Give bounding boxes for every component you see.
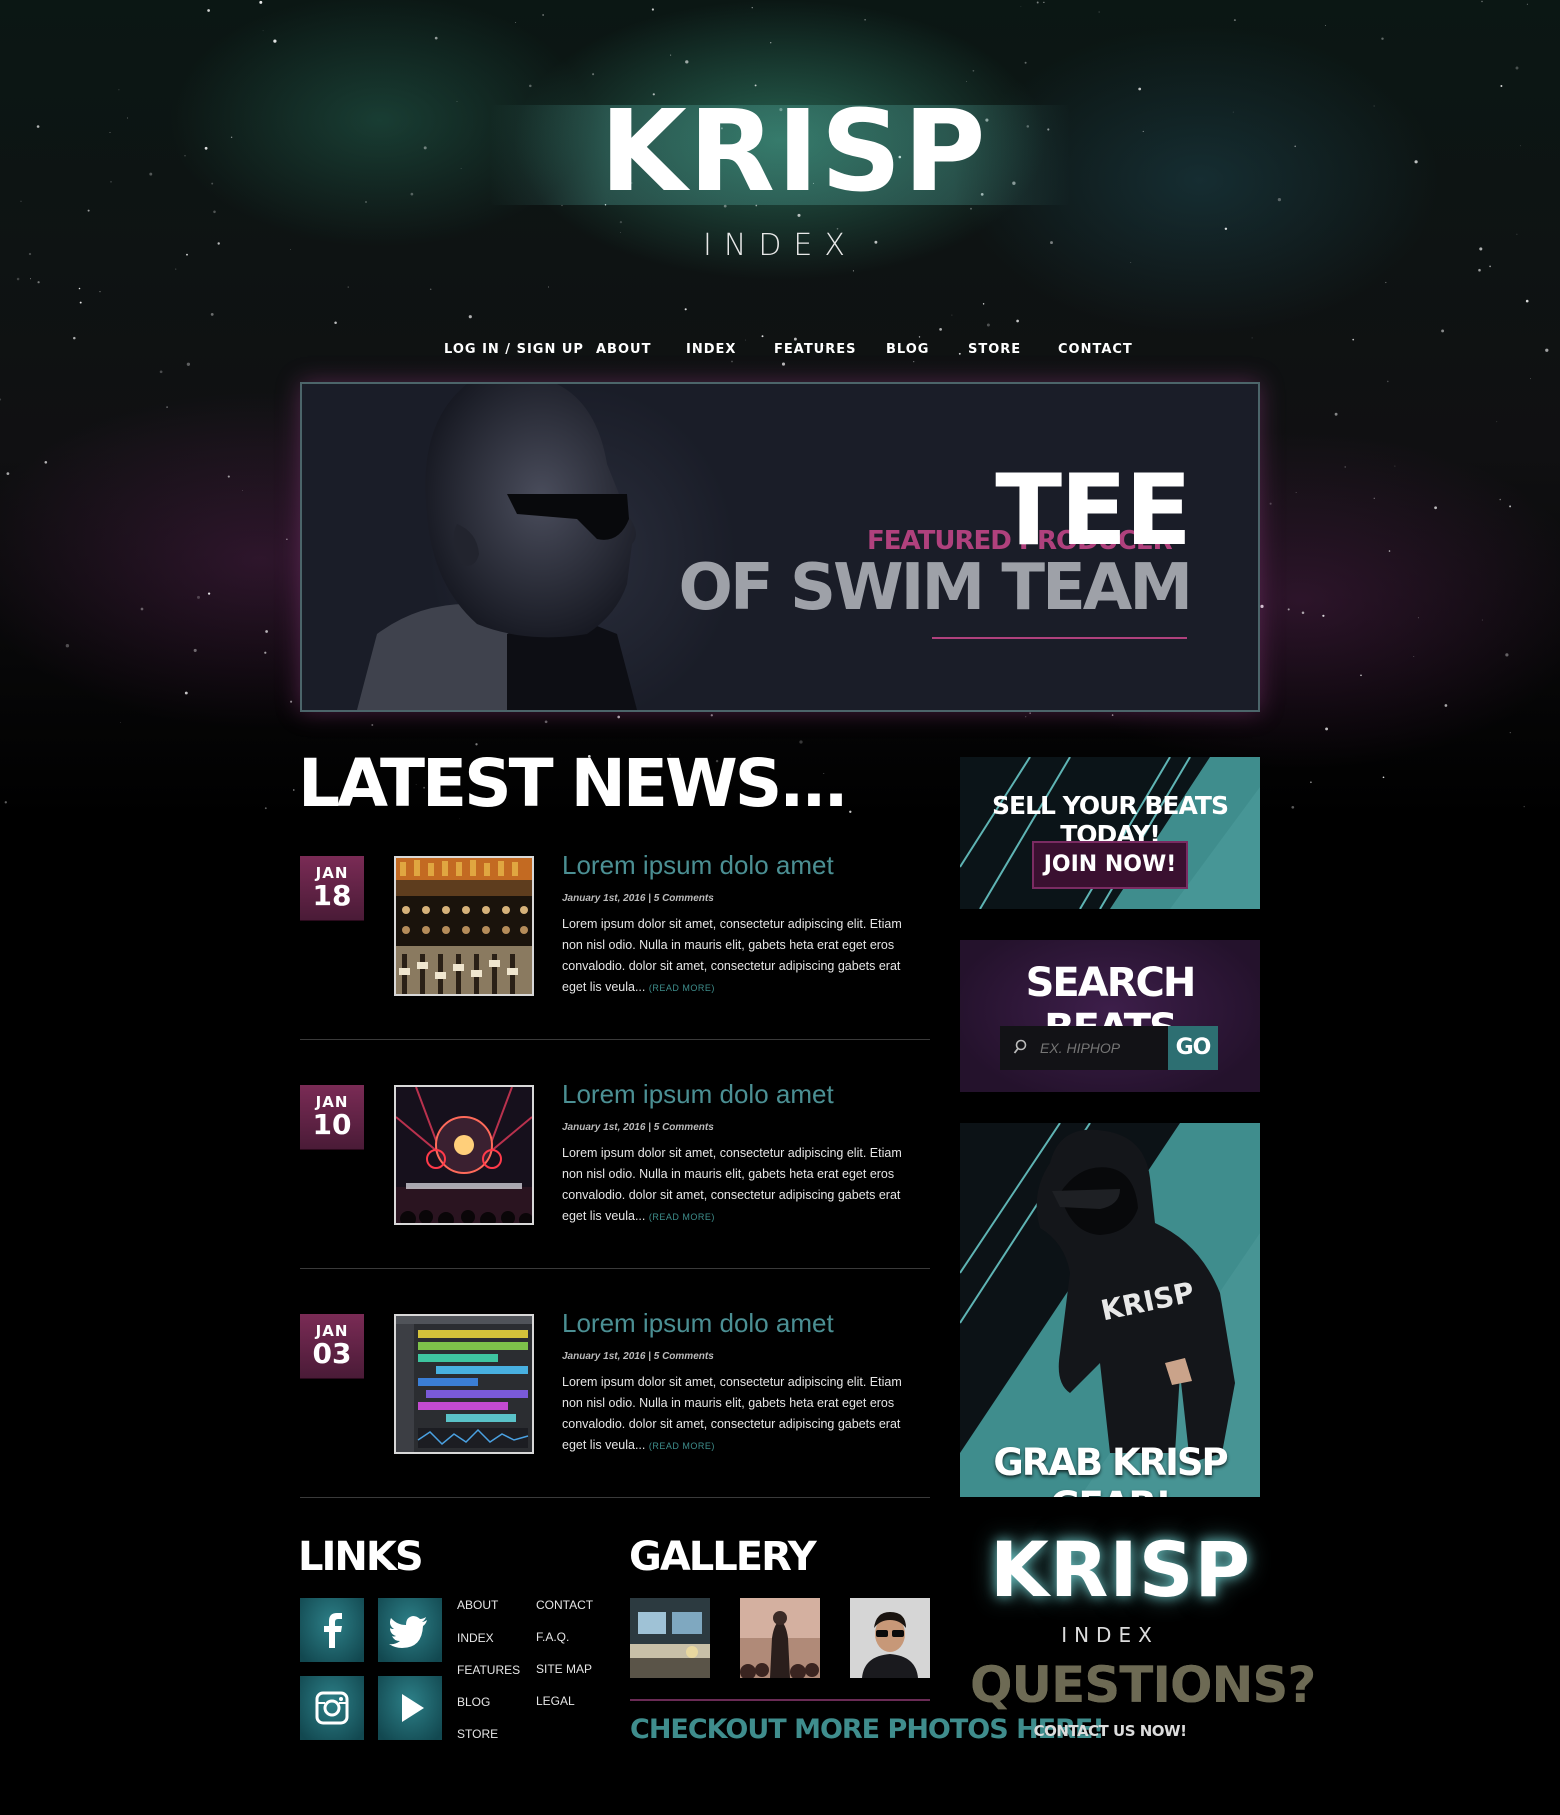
date-badge: JAN 18 — [300, 856, 364, 920]
footer-link-legal[interactable]: LEGAL — [536, 1694, 575, 1708]
gallery-thumb-concert[interactable] — [740, 1598, 820, 1678]
gallery-thumb-portrait[interactable] — [850, 1598, 930, 1678]
post-excerpt: Lorem ipsum dolor sit amet, consectetur … — [562, 1372, 902, 1457]
producer-portrait — [357, 384, 637, 710]
footer-link-blog[interactable]: BLOG — [457, 1695, 490, 1709]
post-excerpt-text: Lorem ipsum dolor sit amet, consectetur … — [562, 1375, 902, 1452]
post-meta: January 1st, 2016 | 5 Comments — [562, 1122, 714, 1133]
news-post: JAN 03 Lorem ipsum dolo amet January 1st… — [300, 1308, 930, 1494]
news-post: JAN 10 Lorem ipsum dolo amet January 1st… — [300, 1079, 930, 1265]
contact-us-link[interactable]: CONTACT US NOW! — [970, 1722, 1250, 1740]
post-divider — [300, 1039, 930, 1040]
gallery-thumb-studio[interactable] — [630, 1598, 710, 1678]
post-title[interactable]: Lorem ipsum dolo amet — [562, 1079, 834, 1110]
date-badge: JAN 10 — [300, 1085, 364, 1149]
site-logo-subtitle: INDEX — [703, 228, 857, 263]
footer-link-about[interactable]: ABOUT — [457, 1598, 498, 1612]
latest-news-heading: LATEST NEWS... — [298, 745, 849, 822]
date-day: 18 — [312, 879, 352, 912]
footer-link-store[interactable]: STORE — [457, 1727, 498, 1741]
footer-logo-subtitle: INDEX — [1061, 1623, 1159, 1647]
daw-screenshot-image[interactable] — [394, 1314, 534, 1454]
instagram-button[interactable] — [300, 1676, 364, 1740]
date-day: 10 — [312, 1108, 352, 1141]
youtube-button[interactable] — [378, 1676, 442, 1740]
post-meta: January 1st, 2016 | 5 Comments — [562, 893, 714, 904]
facebook-button[interactable] — [300, 1598, 364, 1662]
post-excerpt: Lorem ipsum dolor sit amet, consectetur … — [562, 1143, 902, 1228]
nav-features[interactable]: FEATURES — [774, 342, 857, 357]
mixing-console-image[interactable] — [394, 856, 534, 996]
post-excerpt-text: Lorem ipsum dolor sit amet, consectetur … — [562, 917, 902, 994]
read-more-link[interactable]: (READ MORE) — [649, 983, 715, 993]
post-excerpt-text: Lorem ipsum dolor sit amet, consectetur … — [562, 1146, 902, 1223]
search-beats-panel: SEARCH BEATS GO — [960, 940, 1260, 1092]
read-more-link[interactable]: (READ MORE) — [649, 1212, 715, 1222]
grab-gear-title: GRAB KRISP GEAR! — [993, 1441, 1228, 1497]
nav-blog[interactable]: BLOG — [886, 342, 929, 357]
main-nav: LOG IN / SIGN UP ABOUT INDEX FEATURES BL… — [0, 342, 1560, 362]
footer-logo[interactable]: KRISP — [990, 1530, 1250, 1610]
post-divider — [300, 1497, 930, 1498]
news-post: JAN 18 Lorem ipsum dolo amet January 1st… — [300, 850, 930, 1036]
links-heading: LINKS — [298, 1534, 424, 1580]
nav-contact[interactable]: CONTACT — [1058, 342, 1133, 357]
youtube-play-icon — [402, 1694, 424, 1722]
hero-underline — [932, 637, 1187, 639]
twitter-icon — [389, 1616, 427, 1648]
questions-heading: QUESTIONS? — [970, 1656, 1316, 1714]
facebook-icon — [324, 1613, 342, 1648]
nav-about[interactable]: ABOUT — [596, 342, 651, 357]
producer-subtitle: OF SWIM TEAM — [678, 551, 1193, 625]
featured-producer-banner[interactable]: FEATURED PRODUCER TEE OF SWIM TEAM — [300, 382, 1260, 712]
post-excerpt: Lorem ipsum dolor sit amet, consectetur … — [562, 914, 902, 999]
read-more-link[interactable]: (READ MORE) — [649, 1441, 715, 1451]
krisp-gear-ad[interactable]: KRISP GRAB KRISP GEAR! — [960, 1123, 1260, 1497]
post-divider — [300, 1268, 930, 1269]
producer-name: TEE — [995, 454, 1192, 568]
join-now-button[interactable]: JOIN NOW! — [1032, 841, 1188, 889]
twitter-button[interactable] — [378, 1598, 442, 1662]
date-badge: JAN 03 — [300, 1314, 364, 1378]
sell-beats-ad[interactable]: SELL YOUR BEATS TODAY! JOIN NOW! — [960, 757, 1260, 909]
nav-store[interactable]: STORE — [968, 342, 1021, 357]
footer-link-faq[interactable]: F.A.Q. — [536, 1630, 569, 1644]
site-logo[interactable]: KRISP — [600, 96, 985, 208]
post-title[interactable]: Lorem ipsum dolo amet — [562, 850, 834, 881]
instagram-icon — [315, 1691, 349, 1725]
concert-stage-image[interactable] — [394, 1085, 534, 1225]
date-day: 03 — [312, 1337, 352, 1370]
post-title[interactable]: Lorem ipsum dolo amet — [562, 1308, 834, 1339]
post-meta: January 1st, 2016 | 5 Comments — [562, 1351, 714, 1362]
gallery-heading: GALLERY — [629, 1534, 817, 1580]
search-go-button[interactable]: GO — [1168, 1026, 1218, 1070]
footer-link-features[interactable]: FEATURES — [457, 1663, 520, 1677]
nav-login-signup[interactable]: LOG IN / SIGN UP — [444, 342, 584, 357]
footer-link-index[interactable]: INDEX — [457, 1631, 494, 1645]
search-icon — [1013, 1039, 1027, 1054]
nav-index[interactable]: INDEX — [686, 342, 736, 357]
footer-link-contact[interactable]: CONTACT — [536, 1598, 593, 1612]
gallery-divider — [630, 1699, 930, 1701]
footer-link-site-map[interactable]: SITE MAP — [536, 1662, 592, 1676]
